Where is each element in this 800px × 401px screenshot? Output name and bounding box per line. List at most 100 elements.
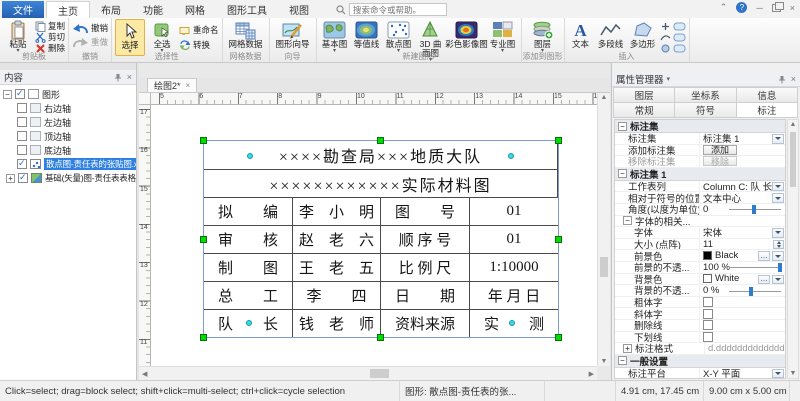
scatter-button[interactable]: 散点图 ▾ bbox=[384, 19, 414, 54]
restore-icon[interactable] bbox=[772, 4, 781, 12]
dropdown-button[interactable] bbox=[772, 275, 784, 285]
more-colors-button[interactable]: … bbox=[758, 275, 770, 285]
select-button[interactable]: 选择 ▾ bbox=[115, 19, 145, 56]
drop-down-button[interactable] bbox=[772, 193, 784, 203]
selection-handle[interactable] bbox=[200, 137, 207, 144]
tab-view[interactable]: 视图 bbox=[278, 1, 320, 18]
prop-row-bold[interactable]: 粗体字 bbox=[615, 297, 785, 309]
scroll-up-icon[interactable]: ▲ bbox=[598, 94, 610, 101]
tab-features[interactable]: 功能 bbox=[132, 1, 174, 18]
collapse-expander[interactable] bbox=[623, 216, 632, 225]
checkbox[interactable] bbox=[17, 131, 27, 141]
scrollbar-thumb[interactable] bbox=[790, 132, 796, 187]
tab-grids[interactable]: 网格 bbox=[174, 1, 216, 18]
prop-row-size[interactable]: 大小 (点阵) 11 bbox=[615, 239, 785, 251]
rounded-rect-icon[interactable] bbox=[673, 22, 686, 31]
chevron-down-icon[interactable]: ▾ bbox=[667, 75, 671, 83]
prop-group-font[interactable]: 字体的相关... bbox=[615, 216, 785, 228]
tree-item-base-map[interactable]: 基础(矢量)图-责任表表格.bln bbox=[0, 171, 136, 185]
selection-handle[interactable] bbox=[555, 137, 562, 144]
polygon-button[interactable]: 多边形 bbox=[628, 19, 658, 49]
prop-row-label-set[interactable]: 标注集 标注集 1 bbox=[615, 133, 785, 145]
checkbox[interactable] bbox=[17, 145, 27, 155]
section-label-sets[interactable]: 标注集 bbox=[615, 120, 785, 133]
spinner-buttons[interactable] bbox=[773, 240, 784, 250]
layers-button[interactable]: 图层 ▾ bbox=[525, 19, 561, 54]
dropdown-button[interactable] bbox=[772, 369, 784, 379]
file-tab[interactable]: 文件 bbox=[2, 1, 44, 18]
checkbox[interactable] bbox=[17, 159, 27, 169]
prop-row-font[interactable]: 字体 宋体 bbox=[615, 227, 785, 239]
checkbox[interactable] bbox=[703, 309, 713, 319]
prop-row-underline[interactable]: 下划线 bbox=[615, 332, 785, 344]
selection-handle[interactable] bbox=[555, 236, 562, 243]
checkbox[interactable] bbox=[703, 332, 713, 342]
paste-button[interactable]: 粘贴 ▾ bbox=[3, 19, 33, 54]
selection-handle[interactable] bbox=[377, 334, 384, 341]
collapse-expander[interactable] bbox=[618, 356, 627, 365]
scroll-up-icon[interactable]: ▲ bbox=[788, 121, 798, 128]
redo-button[interactable]: 重做 bbox=[72, 37, 108, 47]
tab-coordinate-system[interactable]: 坐标系 bbox=[674, 87, 736, 103]
checkbox[interactable] bbox=[18, 173, 28, 183]
tab-info[interactable]: 信息 bbox=[736, 87, 798, 103]
dropdown-button[interactable] bbox=[772, 228, 784, 238]
prop-row-strikethrough[interactable]: 删除线 bbox=[615, 320, 785, 332]
collapse-ribbon-icon[interactable]: ⌃ bbox=[720, 2, 728, 13]
rename-button[interactable]: 重命名 bbox=[179, 25, 219, 35]
checkbox[interactable] bbox=[703, 297, 713, 307]
minimize-icon[interactable]: ─ bbox=[756, 3, 762, 13]
close-icon[interactable]: × bbox=[790, 3, 795, 13]
tree-item-top-axis[interactable]: 顶边轴 bbox=[0, 129, 136, 143]
graph-wizard-button[interactable]: 图形向导 bbox=[273, 19, 313, 49]
dropdown-button[interactable] bbox=[772, 182, 784, 192]
prop-row-position[interactable]: 相对于符号的位置 文本中心 bbox=[615, 192, 785, 204]
text-button[interactable]: A 文本 bbox=[568, 19, 594, 49]
checkbox[interactable] bbox=[17, 117, 27, 127]
polyline-button[interactable]: 多段线 bbox=[596, 19, 626, 49]
slider-thumb[interactable] bbox=[778, 263, 782, 272]
curve-icon[interactable] bbox=[660, 33, 671, 42]
prop-row-worksheet-column[interactable]: 工作表列 Column C: 队 长 bbox=[615, 181, 785, 193]
close-icon[interactable]: × bbox=[186, 81, 191, 90]
scrollbar-thumb[interactable] bbox=[370, 369, 389, 378]
tree-item-scatter-plot[interactable]: 散点图-责任表的张贴图.xls bbox=[0, 157, 136, 171]
tree-item-graph[interactable]: 图形 bbox=[0, 87, 136, 101]
property-scrollbar[interactable]: ▲ ▼ bbox=[787, 119, 799, 379]
tab-symbol[interactable]: 符号 bbox=[674, 102, 736, 118]
tree-item-bottom-axis[interactable]: 底边轴 bbox=[0, 143, 136, 157]
tab-layer[interactable]: 图层 bbox=[613, 87, 675, 103]
slider-thumb[interactable] bbox=[749, 287, 753, 296]
scrollbar-thumb[interactable] bbox=[600, 257, 608, 277]
slider-track[interactable] bbox=[729, 209, 781, 210]
more-colors-button[interactable]: … bbox=[758, 251, 770, 261]
tree-item-left-axis[interactable]: 左边轴 bbox=[0, 115, 136, 129]
prop-row-italic[interactable]: 斜体字 bbox=[615, 308, 785, 320]
select-all-button[interactable]: 全选 ▾ bbox=[147, 19, 177, 54]
checkbox[interactable] bbox=[15, 89, 25, 99]
checkbox[interactable] bbox=[703, 320, 713, 330]
tab-home[interactable]: 主页 bbox=[46, 1, 90, 18]
prop-row-background-color[interactable]: 背景色 White… bbox=[615, 274, 785, 286]
help-icon[interactable]: ? bbox=[736, 2, 747, 13]
checkbox[interactable] bbox=[17, 103, 27, 113]
scroll-left-icon[interactable]: ◀ bbox=[142, 370, 147, 378]
undo-button[interactable]: 撤销 bbox=[72, 23, 108, 33]
selection-handle[interactable] bbox=[555, 334, 562, 341]
grid-data-button[interactable]: 网格数据 bbox=[226, 19, 266, 49]
prop-row-add-set[interactable]: 添加标注集 添加 bbox=[615, 145, 785, 157]
collapse-expander[interactable] bbox=[3, 90, 12, 99]
tab-graph-tools[interactable]: 图形工具 bbox=[216, 1, 278, 18]
document-tab[interactable]: 绘图2* × bbox=[147, 78, 197, 92]
collapse-expander[interactable] bbox=[618, 122, 627, 131]
search-input[interactable] bbox=[349, 3, 447, 16]
specialty-button[interactable]: 专业图 ▾ bbox=[488, 19, 518, 54]
tab-general[interactable]: 常规 bbox=[613, 102, 675, 118]
dropdown-button[interactable] bbox=[772, 134, 784, 144]
selection-handle[interactable] bbox=[377, 137, 384, 144]
tab-labels[interactable]: 标注 bbox=[736, 102, 798, 118]
vertical-scrollbar[interactable]: ▲ ▼ bbox=[597, 93, 610, 366]
add-button[interactable]: 添加 bbox=[703, 145, 737, 155]
selection-handle[interactable] bbox=[200, 334, 207, 341]
prop-row-background-opacity[interactable]: 背景的不透... 0 % bbox=[615, 285, 785, 297]
